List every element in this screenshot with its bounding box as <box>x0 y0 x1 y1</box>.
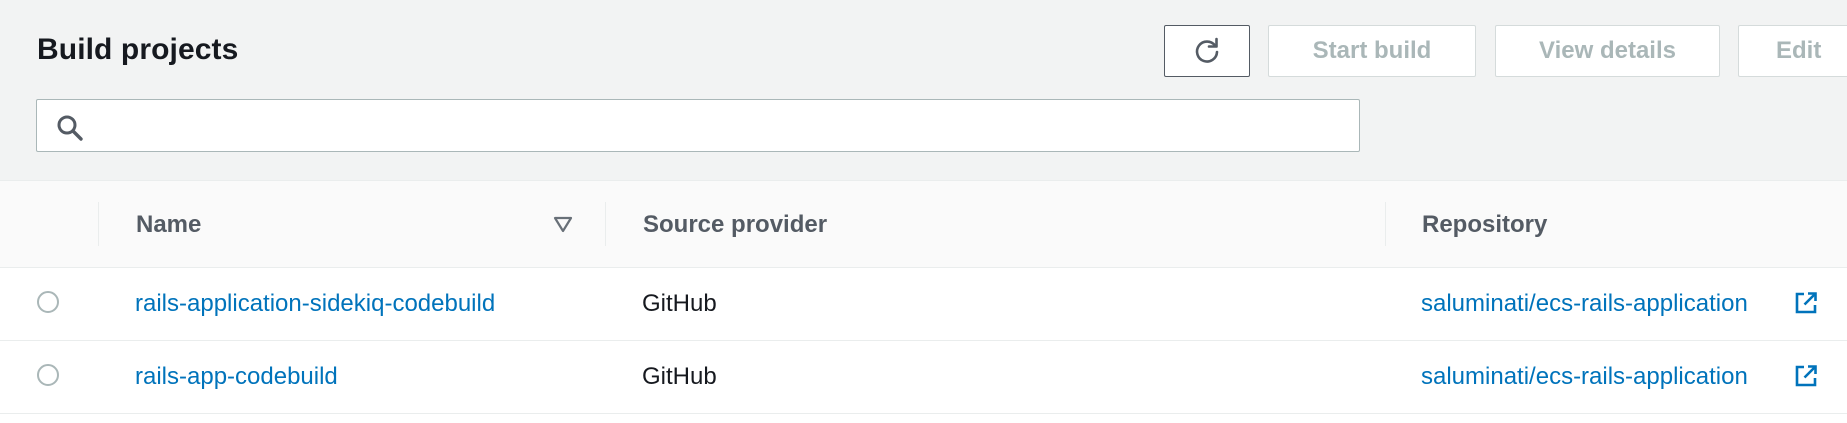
sort-triangle-down-icon[interactable] <box>552 214 574 234</box>
external-link-icon[interactable] <box>1794 364 1818 388</box>
edit-button[interactable]: Edit <box>1738 25 1847 77</box>
page-title: Build projects <box>37 33 239 66</box>
column-header-repository[interactable]: Repository <box>1422 211 1547 239</box>
external-link-icon[interactable] <box>1794 291 1818 315</box>
column-header-name[interactable]: Name <box>136 211 201 239</box>
table-row: rails-application-sidekiq-codebuild GitH… <box>0 268 1847 341</box>
project-name-link[interactable]: rails-application-sidekiq-codebuild <box>135 290 495 318</box>
refresh-icon <box>1195 37 1219 63</box>
refresh-button[interactable] <box>1164 25 1250 77</box>
project-name-link[interactable]: rails-app-codebuild <box>135 363 338 391</box>
source-provider-cell: GitHub <box>642 290 717 317</box>
column-divider <box>98 202 99 246</box>
table-row: rails-app-codebuild GitHub saluminati/ec… <box>0 341 1847 414</box>
row-select-radio[interactable] <box>37 291 59 313</box>
row-select-radio[interactable] <box>37 364 59 386</box>
repository-link[interactable]: saluminati/ecs-rails-application <box>1421 290 1748 318</box>
column-divider <box>1385 202 1386 246</box>
search-box[interactable] <box>36 99 1360 153</box>
column-divider <box>605 202 606 246</box>
repository-link[interactable]: saluminati/ecs-rails-application <box>1421 363 1748 391</box>
start-build-button[interactable]: Start build <box>1268 25 1476 77</box>
table-header: Name Source provider Repository <box>0 181 1847 268</box>
source-provider-cell: GitHub <box>642 363 717 390</box>
search-input[interactable] <box>97 100 1351 153</box>
search-icon <box>57 115 83 141</box>
column-header-source-provider[interactable]: Source provider <box>643 211 827 239</box>
view-details-button[interactable]: View details <box>1495 25 1720 77</box>
page-header: Build projects Start build View details … <box>0 0 1847 181</box>
